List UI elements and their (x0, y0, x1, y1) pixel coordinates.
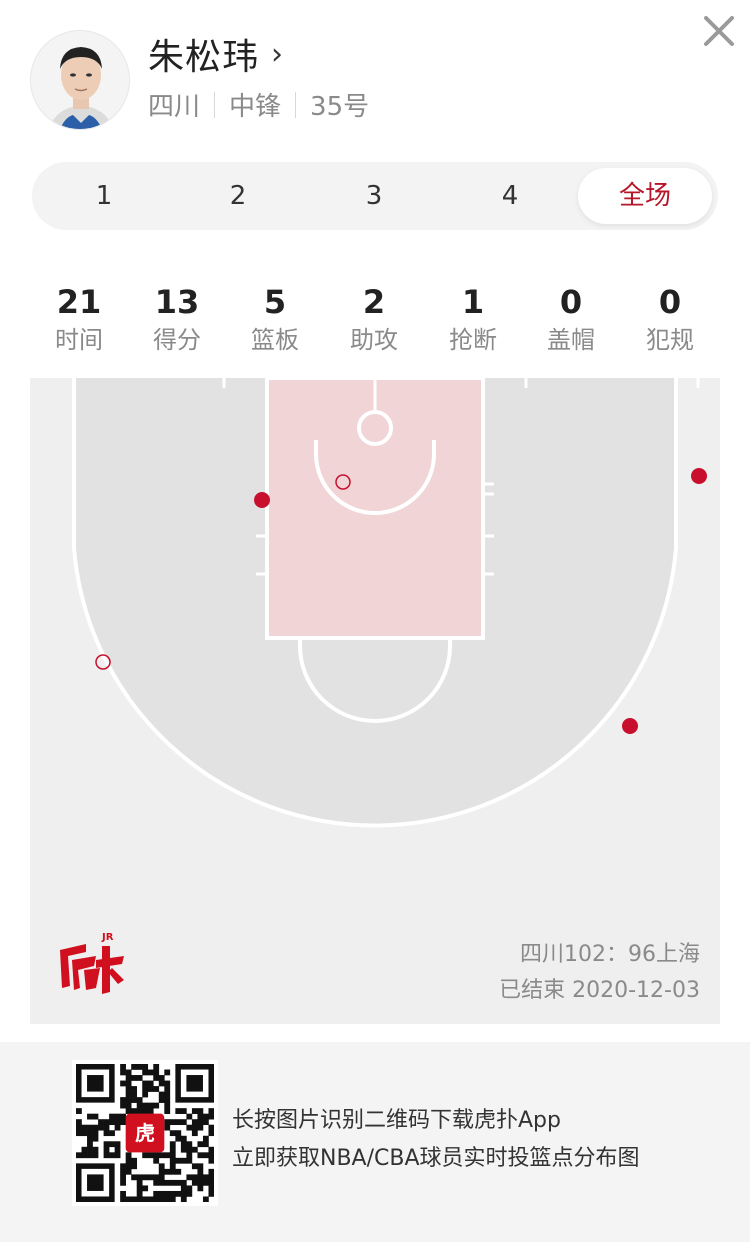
game-status: 已结束 2020-12-03 (499, 978, 700, 1003)
stat-value: 0 (658, 283, 682, 321)
shot-made-marker (254, 492, 270, 508)
shot-chart-court (30, 378, 720, 1024)
avatar-image (31, 31, 129, 129)
player-avatar[interactable] (30, 30, 130, 130)
shot-made-marker (622, 718, 638, 734)
stat-value: 0 (559, 283, 583, 321)
tab-quarter-4[interactable]: 4 (460, 162, 560, 230)
player-name: 朱松玮 (148, 37, 260, 78)
tab-quarter-2[interactable]: 2 (188, 162, 288, 230)
meta-divider (295, 91, 297, 118)
stat-points: 13 得分 (128, 282, 226, 358)
hupu-logo: JR (56, 930, 128, 996)
stat-value: 5 (263, 283, 287, 321)
stat-fouls: 0 犯规 (621, 282, 719, 358)
player-header: 朱松玮 › 四川 中锋 35号 (0, 0, 750, 150)
close-button[interactable] (700, 12, 738, 50)
stat-value: 13 (154, 283, 200, 321)
player-meta: 四川 中锋 35号 (148, 86, 369, 123)
game-score: 四川102：96上海 (520, 942, 700, 967)
stat-label: 抢断 (449, 326, 497, 354)
stat-value: 21 (56, 283, 102, 321)
hupu-logo-icon: JR (60, 932, 124, 994)
stat-minutes: 21 时间 (30, 282, 128, 358)
footer-text: 长按图片识别二维码下载虎扑App 立即获取NBA/CBA球员实时投篮点分布图 (232, 1102, 640, 1178)
stat-label: 助攻 (350, 326, 398, 354)
stat-summary: 21 时间 13 得分 5 篮板 2 助攻 1 抢断 0 盖帽 0 犯规 (30, 282, 720, 362)
shot-made-marker (691, 468, 707, 484)
svg-text:JR: JR (101, 932, 114, 943)
stat-label: 时间 (55, 326, 103, 354)
tab-quarter-3[interactable]: 3 (324, 162, 424, 230)
chevron-right-icon: › (271, 36, 284, 72)
stat-label: 犯规 (646, 326, 694, 354)
stat-label: 篮板 (251, 326, 299, 354)
stat-assists: 2 助攻 (325, 282, 423, 358)
tab-quarter-1[interactable]: 1 (54, 162, 154, 230)
stat-value: 1 (461, 283, 485, 321)
footer-line-2: 立即获取NBA/CBA球员实时投篮点分布图 (232, 1146, 640, 1171)
player-name-link[interactable]: 朱松玮 › (148, 28, 283, 80)
player-position: 中锋 (229, 92, 282, 122)
player-number: 35号 (310, 92, 370, 122)
court-diagram (72, 378, 707, 828)
stat-blocks: 0 盖帽 (522, 282, 620, 358)
stat-steals: 1 抢断 (424, 282, 522, 358)
quarter-tabs: 1 2 3 4 全场 (32, 162, 718, 230)
footer-line-1: 长按图片识别二维码下载虎扑App (232, 1108, 561, 1133)
stat-rebounds: 5 篮板 (226, 282, 324, 358)
stat-label: 盖帽 (547, 326, 595, 354)
download-footer: 虎 长按图片识别二维码下载虎扑App 立即获取NBA/CBA球员实时投篮点分布图 (0, 1042, 750, 1242)
qr-code-image: 虎 (76, 1064, 215, 1203)
stat-value: 2 (362, 283, 386, 321)
qr-code[interactable]: 虎 (72, 1060, 218, 1206)
stat-label: 得分 (153, 326, 201, 354)
meta-divider (214, 91, 216, 118)
close-icon (704, 16, 734, 46)
tab-full-game[interactable]: 全场 (578, 168, 712, 224)
paint-area (265, 378, 485, 640)
player-team: 四川 (148, 92, 201, 122)
svg-text:虎: 虎 (135, 1121, 155, 1145)
